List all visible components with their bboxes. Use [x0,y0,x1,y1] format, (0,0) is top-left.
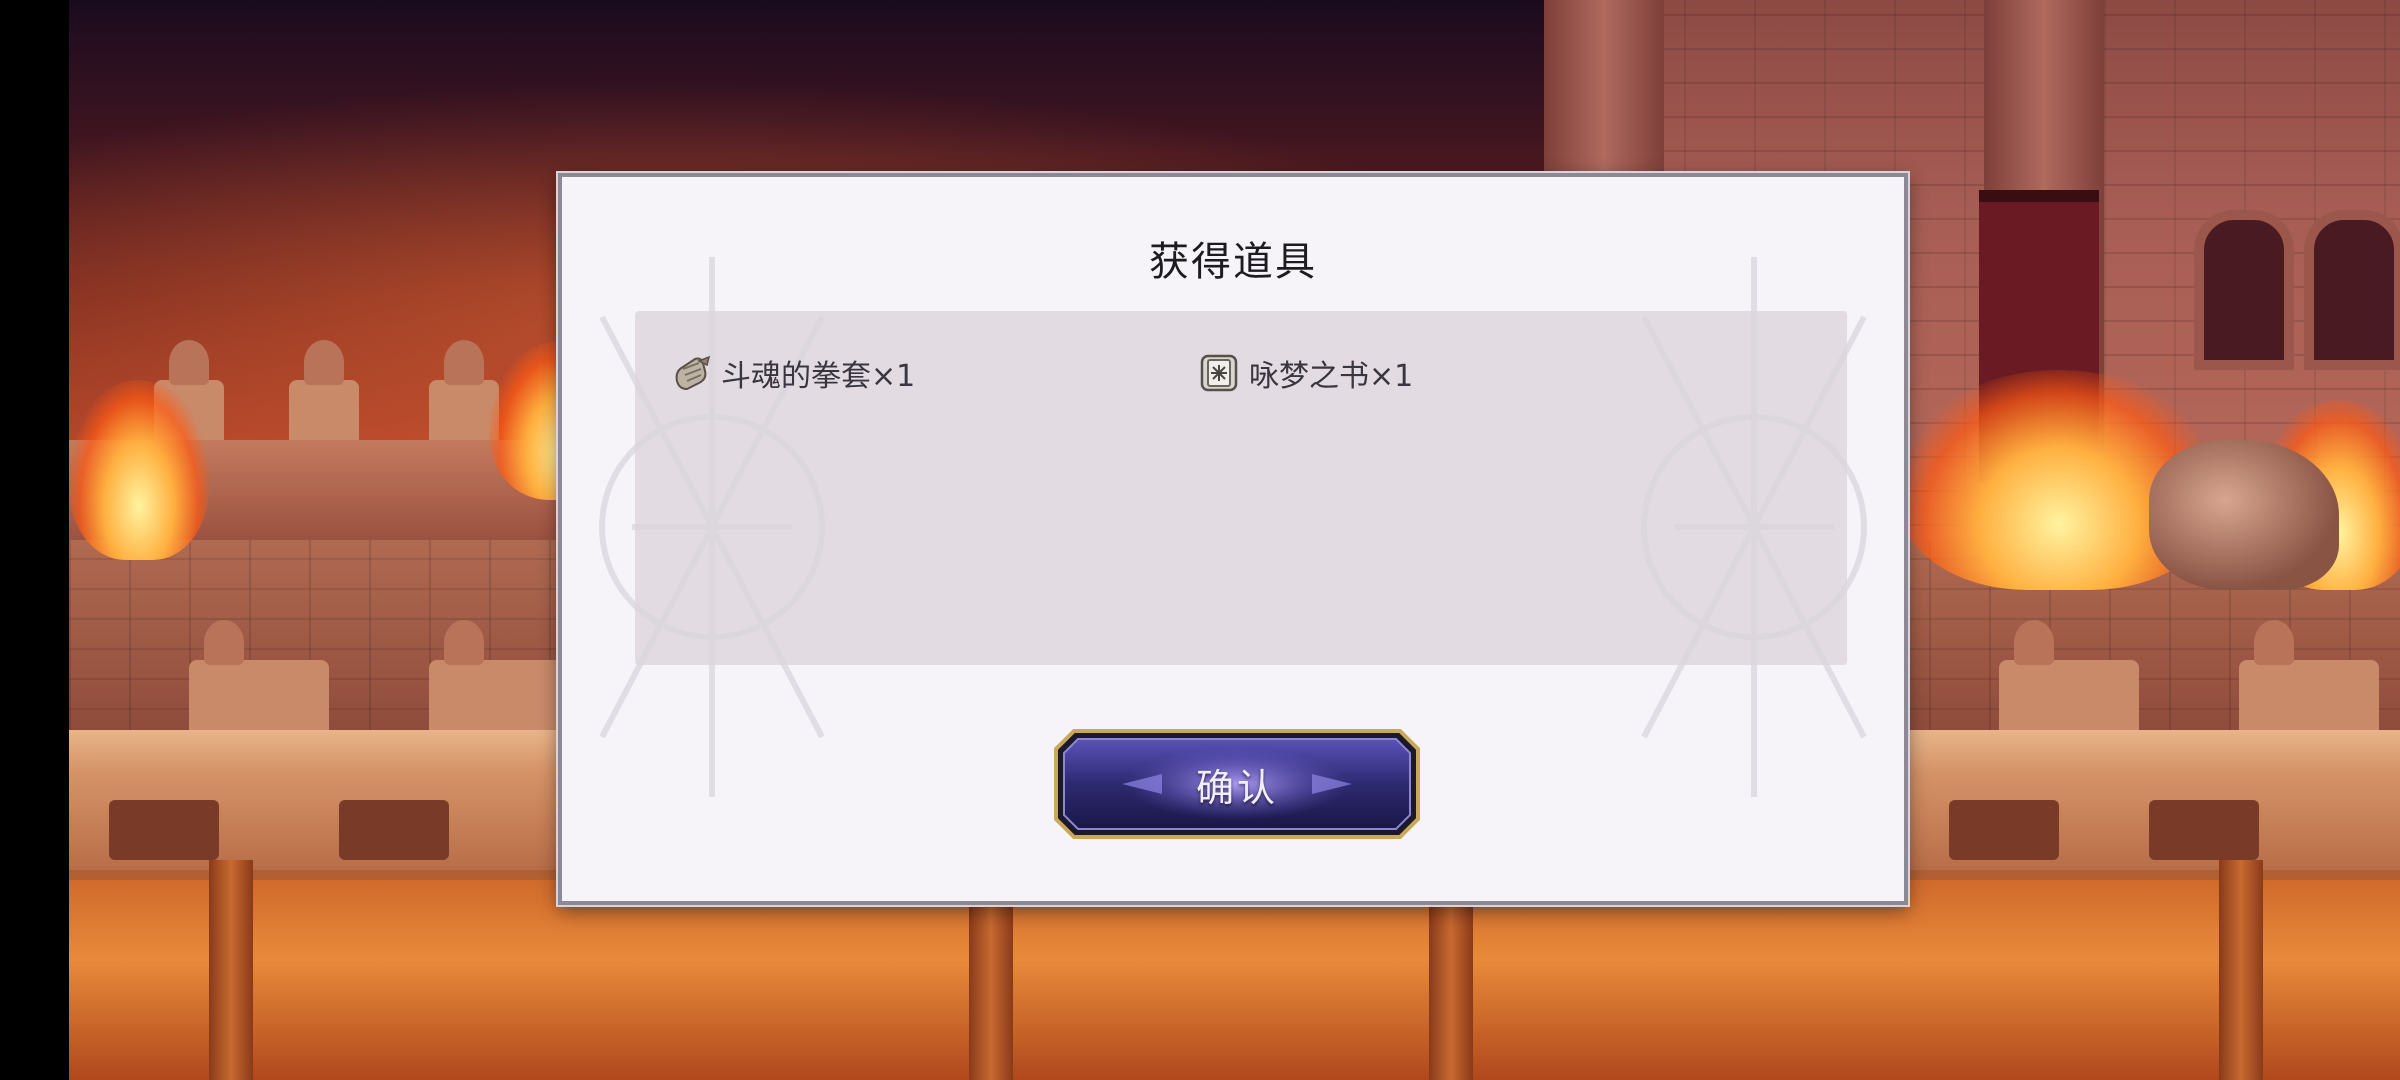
dialog-title: 获得道具 [1149,239,1317,285]
balustrade-post [189,620,329,740]
railing-slot [109,800,219,860]
reward-item[interactable]: 斗魂的拳套×1 [669,351,915,395]
railing-slot [2149,800,2259,860]
fire [69,380,209,560]
balustrade-post [1999,620,2139,740]
letterbox [0,0,69,1080]
rubble [2149,440,2339,590]
fence-post [209,860,253,1080]
balustrade-post [429,620,569,740]
castle-window [2304,210,2400,370]
balustrade-post [2239,620,2379,740]
reward-item-list: 斗魂的拳套×1 咏梦之书×1 [635,311,1847,665]
railing-slot [339,800,449,860]
book-icon [1200,354,1238,392]
item-reward-dialog: 获得道具 斗魂的拳套×1 咏梦之书×1 确认 [558,173,1908,905]
wooden-fence [69,880,2400,1080]
railing-slot [1949,800,2059,860]
confirm-button[interactable]: 确认 [1052,727,1422,841]
balustrade-post [289,340,359,440]
reward-item-label: 斗魂的拳套×1 [721,359,916,394]
reward-item[interactable]: 咏梦之书×1 [1197,351,1413,395]
castle-window [2194,210,2294,370]
confirm-button-label: 确认 [1195,765,1278,810]
gauntlet-icon [675,355,711,391]
fence-post [2219,860,2263,1080]
reward-item-label: 咏梦之书×1 [1249,359,1414,394]
